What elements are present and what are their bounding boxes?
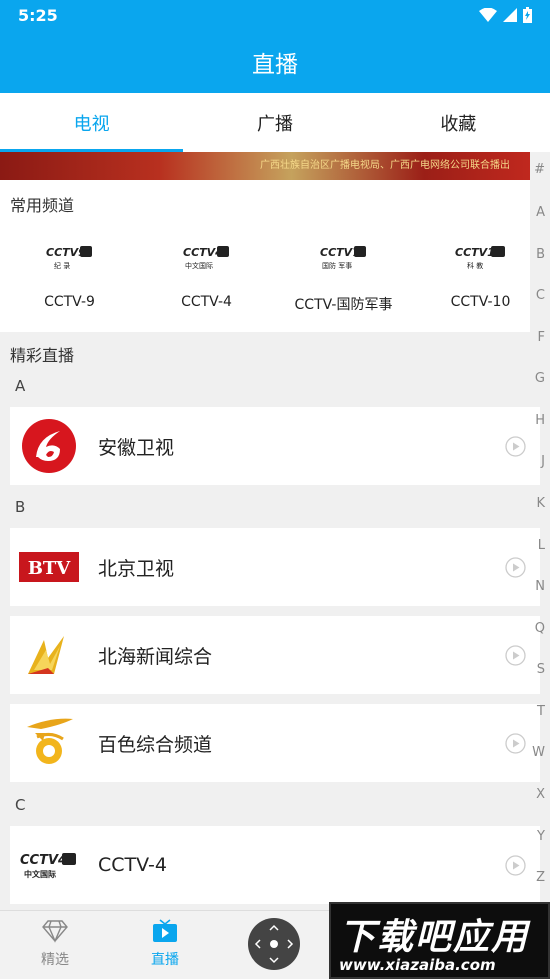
page-title: 直播: [0, 30, 550, 93]
watermark-title: 下载吧应用: [339, 917, 530, 958]
top-banner[interactable]: 广西壮族自治区广播电视局、广西广电网络公司联合播出: [0, 152, 530, 180]
battery-icon: [523, 7, 532, 23]
nav-live[interactable]: 直播: [135, 919, 195, 969]
cctv4-logo-sub: 中文国际: [185, 261, 213, 270]
index-letter[interactable]: W: [532, 745, 545, 760]
index-letter[interactable]: #: [534, 162, 545, 177]
cctv10-logo-sub: 科 教: [467, 261, 483, 270]
list-item[interactable]: 北海新闻综合: [10, 616, 540, 694]
status-bar: 5:25: [0, 0, 550, 30]
index-letter[interactable]: S: [537, 662, 545, 677]
watermark-url: www.xiazaiba.com: [339, 956, 496, 974]
list-item[interactable]: 百色综合频道: [10, 704, 540, 782]
channel-name: 北海新闻综合: [98, 645, 213, 668]
cctv4-logo-text: CCTV4: [20, 853, 67, 868]
index-letter[interactable]: L: [538, 538, 545, 553]
channel-cctv4[interactable]: CCTV4 中文国际 CCTV-4: [139, 242, 274, 310]
play-icon[interactable]: [505, 556, 526, 578]
tab-bar: 电视 广播 收藏: [0, 93, 550, 152]
channel-name: CCTV-9: [44, 294, 95, 310]
index-letter[interactable]: N: [535, 579, 545, 594]
live-section-title: 精彩直播: [10, 346, 75, 365]
channel-name: CCTV-10: [450, 294, 511, 310]
index-letter[interactable]: X: [536, 787, 545, 802]
index-letter[interactable]: B: [536, 247, 545, 262]
beihai-logo: [10, 616, 88, 694]
play-icon[interactable]: [505, 732, 526, 754]
group-letter: B: [15, 498, 26, 516]
channel-name: 北京卫视: [98, 557, 175, 580]
btv-logo-text: BTV: [28, 558, 72, 579]
channel-cctv7[interactable]: CCTV7 国防 军事 CCTV-国防军事: [276, 242, 411, 314]
cctv7-logo-sub: 国防 军事: [322, 261, 352, 270]
common-channels: 常用频道 CCTV9 纪 录 CCTV-9 CCTV4 中文国际 CCTV-4 …: [0, 180, 530, 332]
cctv9-logo-sub: 纪 录: [54, 261, 70, 270]
wifi-icon: [479, 8, 497, 22]
play-icon[interactable]: [505, 644, 526, 666]
group-letter: A: [15, 377, 26, 395]
nav-featured[interactable]: 精选: [25, 919, 85, 969]
common-channels-title: 常用频道: [10, 196, 75, 215]
index-letter[interactable]: G: [535, 371, 545, 386]
index-letter[interactable]: J: [541, 454, 545, 469]
cctv9-logo: CCTV9 纪 录: [2, 242, 137, 272]
channel-cctv9[interactable]: CCTV9 纪 录 CCTV-9: [2, 242, 137, 310]
channel-name: 百色综合频道: [98, 733, 213, 756]
index-letter[interactable]: Z: [536, 870, 545, 885]
index-letter[interactable]: A: [536, 205, 545, 220]
nav-featured-label: 精选: [41, 952, 69, 968]
btv-logo: BTV: [10, 528, 88, 606]
anhui-logo: [10, 407, 88, 485]
dpad-icon: [254, 924, 294, 964]
tab-tv[interactable]: 电视: [0, 93, 184, 152]
baise-logo: [10, 704, 88, 782]
cctv10-logo: CCTV10 科 教: [413, 242, 548, 272]
status-time: 5:25: [18, 5, 58, 25]
status-icons: [479, 7, 532, 23]
index-letter[interactable]: Y: [537, 829, 545, 844]
list-item[interactable]: BTV 北京卫视: [10, 528, 540, 606]
cctv4-logo-sub: 中文国际: [24, 869, 56, 879]
index-letter[interactable]: F: [538, 330, 545, 345]
tab-radio[interactable]: 广播: [183, 93, 366, 152]
index-letter[interactable]: T: [537, 704, 545, 719]
watermark-logo: 下载吧应用 www.xiazaiba.com: [329, 902, 550, 979]
channel-name: CCTV-国防军事: [294, 297, 393, 313]
index-letter[interactable]: Q: [535, 621, 545, 636]
banner-text: 广西壮族自治区广播电视局、广西广电网络公司联合播出: [260, 160, 510, 171]
cctv4-logo-text: CCTV4: [183, 246, 223, 259]
index-letter[interactable]: H: [535, 413, 545, 428]
cctv4-logo: CCTV4 中文国际: [139, 242, 274, 272]
index-letter[interactable]: C: [536, 288, 545, 303]
play-icon[interactable]: [505, 854, 526, 876]
channel-name: CCTV-4: [98, 854, 167, 876]
list-item[interactable]: 安徽卫视: [10, 407, 540, 485]
floating-nav-control[interactable]: [248, 918, 300, 970]
cctv4-logo: CCTV4 中文国际: [10, 826, 88, 904]
play-icon[interactable]: [505, 435, 526, 457]
nav-live-label: 直播: [151, 952, 179, 968]
cctv7-logo: CCTV7 国防 军事: [276, 242, 411, 272]
list-item[interactable]: CCTV4 中文国际 CCTV-4: [10, 826, 540, 904]
diamond-icon: [42, 920, 68, 943]
index-letter[interactable]: K: [536, 496, 545, 511]
group-letter: C: [15, 796, 26, 814]
channel-name: CCTV-4: [181, 294, 232, 310]
channel-name: 安徽卫视: [98, 436, 175, 459]
tv-icon: [153, 919, 177, 942]
alphabet-index[interactable]: # A B C F G H J K L N Q S T W X Y Z: [530, 152, 550, 912]
channel-cctv10[interactable]: CCTV10 科 教 CCTV-10: [413, 242, 548, 310]
signal-icon: [503, 8, 517, 22]
tab-favorites[interactable]: 收藏: [367, 93, 550, 152]
